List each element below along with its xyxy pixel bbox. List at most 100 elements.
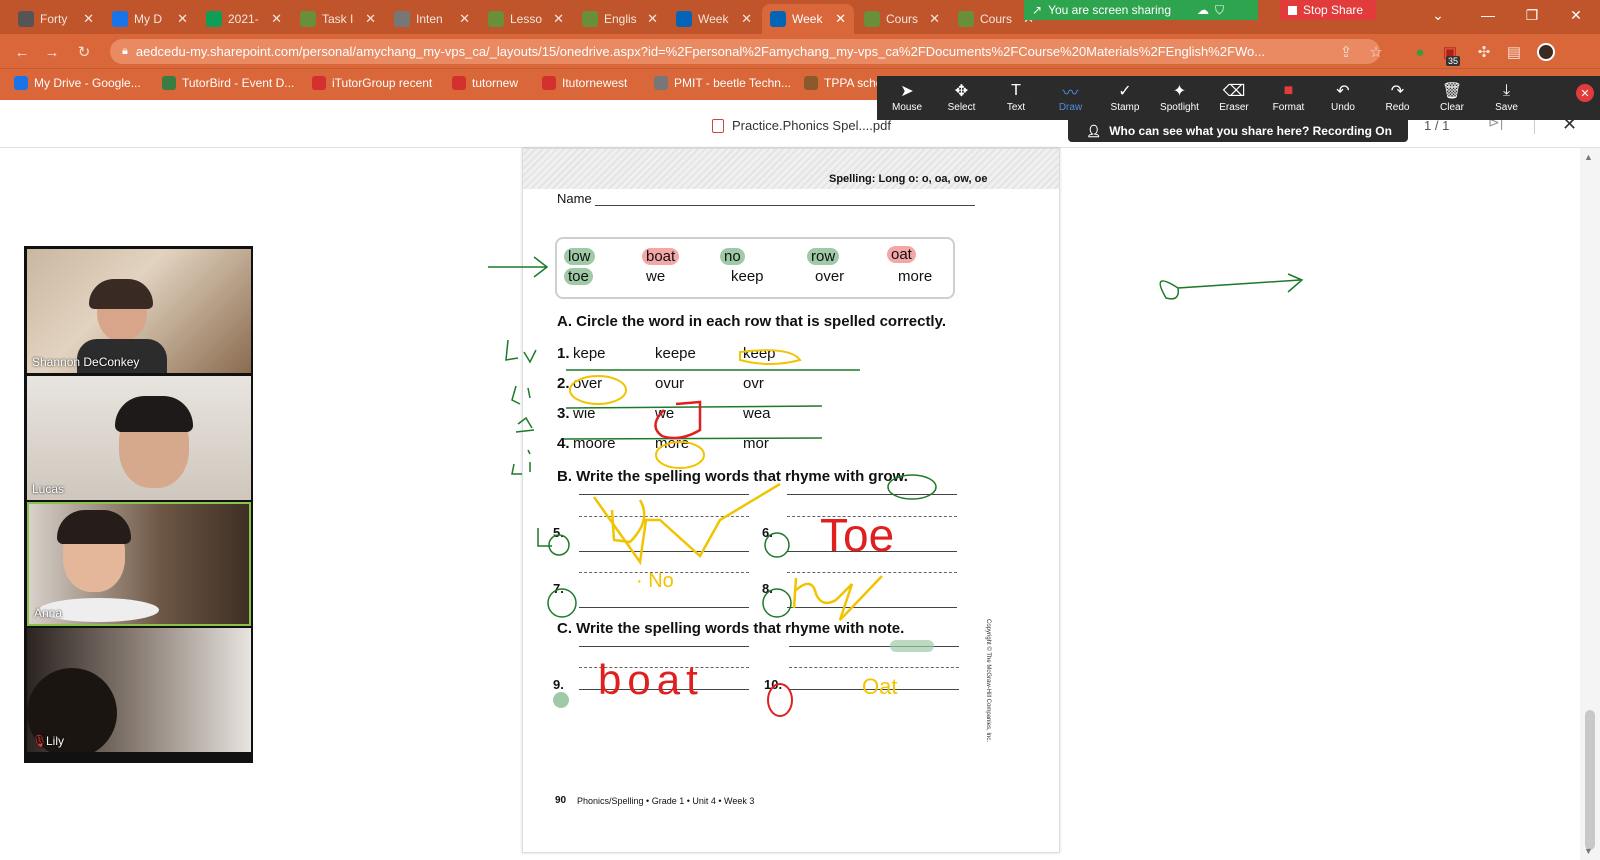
url-field[interactable]: 🔒︎ aedcedu-my.sharepoint.com/personal/am… [110,39,1380,64]
ink-text-boat: boat [598,656,704,703]
close-tab-icon[interactable]: ✕ [177,11,188,27]
close-tab-icon[interactable]: ✕ [459,11,470,27]
forward-icon[interactable]: → [42,42,62,62]
pdf-file-icon [712,118,724,133]
tab-search-icon[interactable]: ⌄ [1416,0,1460,30]
lock-icon: 🔒︎ [122,45,128,57]
shield-icon: ⛉ [1215,2,1225,17]
recording-notice-text: Who can see what you share here? Recordi… [1109,123,1392,138]
bookmark-label: Itutornewest [562,76,628,90]
bookmark-item[interactable]: My Drive - Google... [14,76,141,90]
browser-tab[interactable]: Inten ✕ [386,4,478,34]
tool-format[interactable]: ■ Format [1263,80,1315,116]
scroll-up-icon[interactable]: ▲ [1584,152,1593,162]
bookmark-label: TPPA scho [824,76,883,90]
close-tab-icon[interactable]: ✕ [835,11,846,27]
bookmark-item[interactable]: tutornew [452,76,518,90]
row-number: 4. [557,435,570,452]
browser-tab[interactable]: Task I ✕ [292,4,384,34]
browser-tab[interactable]: Week ✕ [762,4,854,34]
move-icon: ✥ [954,83,969,100]
close-tab-icon[interactable]: ✕ [553,11,564,27]
tool-spotlight[interactable]: ✦ Spotlight [1154,80,1206,116]
browser-tab[interactable]: Forty ✕ [10,4,102,34]
eraser-icon: ⌫ [1222,83,1246,100]
close-tab-icon[interactable]: ✕ [929,11,940,27]
tool-draw[interactable]: 〰 Draw [1045,80,1097,116]
muted-mic-icon: 🎙︎ [32,734,48,748]
video-tile[interactable]: Shannon DeConkey [27,249,251,373]
close-tab-icon[interactable]: ✕ [365,11,376,27]
reading-list-icon[interactable]: ▤ [1504,42,1524,62]
bookmark-item[interactable]: TPPA scho [804,76,882,90]
extension-icon[interactable]: ● [1410,42,1430,62]
bookmark-item[interactable]: Itutornewest [542,76,627,90]
copyright-text: Copyright © The McGraw-Hill Companies, I… [985,619,991,743]
bookmark-item[interactable]: iTutorGroup recent [312,76,432,90]
tool-eraser[interactable]: ⌫ Eraser [1208,80,1260,116]
tool-text[interactable]: T Text [990,80,1042,116]
tool-select[interactable]: ✥ Select [936,80,988,116]
word-low: low [564,248,595,265]
draw-icon: 〰 [1062,85,1079,102]
bookmark-item[interactable]: TutorBird - Event D... [162,76,294,90]
choice-word: mor [743,435,769,452]
puzzle-icon[interactable]: ✣ [1474,42,1494,62]
browser-tab[interactable]: 2021- ✕ [198,4,290,34]
close-tab-icon[interactable]: ✕ [271,11,282,27]
browser-tab[interactable]: Cours ✕ [856,4,948,34]
stop-share-button[interactable]: Stop Share [1280,0,1376,20]
cloud-icon: ☁ [1197,3,1210,17]
tool-save[interactable]: ⤓ Save [1481,80,1533,116]
reload-icon[interactable]: ↻ [74,42,94,62]
tool-redo[interactable]: ↷ Redo [1372,80,1424,116]
close-tab-icon[interactable]: ✕ [741,11,752,27]
tool-clear[interactable]: 🗑︎ Clear [1426,80,1478,116]
video-tile[interactable]: 🎙︎ Lily [27,628,251,752]
tool-label: Select [947,102,976,113]
word-boat: boat [642,248,680,265]
back-icon[interactable]: ← [12,42,32,62]
minimize-icon[interactable]: — [1466,0,1510,30]
word-keep: keep [731,268,764,285]
tool-stamp[interactable]: ✓ Stamp [1099,80,1151,116]
avatar[interactable] [1536,42,1556,62]
word-oat: oat [887,246,916,263]
word-box: low boat no row oat toe we keep over mor… [555,237,955,299]
tab-title: Englis [604,12,637,26]
spotlight-icon: ✦ [1172,83,1187,100]
browser-tab[interactable]: Week ✕ [668,4,760,34]
pdf-filename: Practice.Phonics Spel....pdf [712,118,891,133]
tab-title: Week [698,12,729,26]
video-tile[interactable]: Anna [27,502,251,626]
video-gallery: Shannon DeConkey Lucas Anna 🎙︎ Lily [24,246,253,763]
close-tab-icon[interactable]: ✕ [83,11,94,27]
browser-tab[interactable]: Lesso ✕ [480,4,572,34]
choice-word: ovur [655,375,685,392]
close-window-icon[interactable]: ✕ [1554,0,1598,30]
blank-number: 9. [553,677,564,692]
browser-tab[interactable]: My D ✕ [104,4,196,34]
pdf-filename-text: Practice.Phonics Spel....pdf [732,118,891,133]
tool-undo[interactable]: ↶ Undo [1317,80,1369,116]
tab-title: Cours [886,12,919,26]
video-tile[interactable]: Lucas [27,376,251,500]
tool-mouse[interactable]: ➤ Mouse [881,80,933,116]
recording-notice[interactable]: 👤︎ Who can see what you share here? Reco… [1068,119,1408,142]
bookmark-item[interactable]: PMIT - beetle Techn... [654,76,791,90]
close-tab-icon[interactable]: ✕ [647,11,658,27]
share-page-icon[interactable]: ⇪ [1336,42,1356,62]
participant-name: Lucas [32,482,65,496]
restore-icon[interactable]: ❐ [1510,0,1554,30]
browser-tab[interactable]: Englis ✕ [574,4,666,34]
tab-title: Week [792,12,823,26]
close-toolbar-icon[interactable]: ✕ [1576,84,1594,102]
bookmark-star-icon[interactable]: ☆ [1366,42,1386,62]
blank-number: 7. [553,581,564,596]
tab-title: Forty [40,12,68,26]
scrollbar-thumb[interactable] [1585,710,1595,850]
scroll-down-icon[interactable]: ▼ [1584,846,1593,856]
bookmark-label: TutorBird - Event D... [182,76,295,90]
tab-title: My D [134,12,162,26]
people-icon: 👤︎ [1086,123,1102,138]
